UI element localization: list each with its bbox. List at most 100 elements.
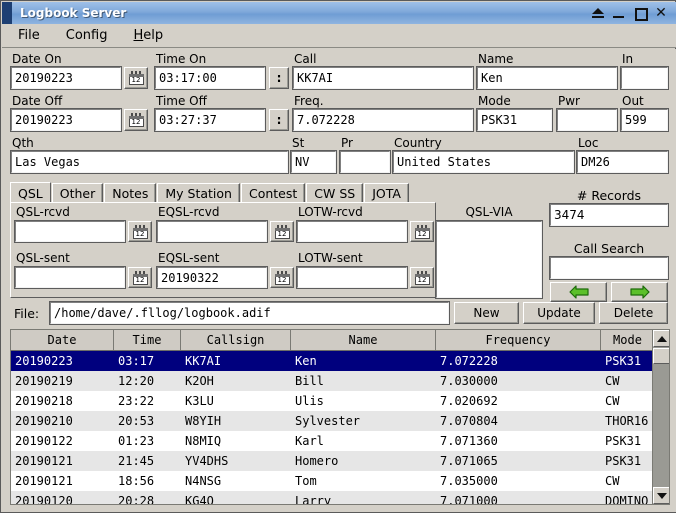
eqsl-sent-input[interactable]: 20190322 [157,267,267,288]
calendar-icon: 12 [129,71,144,85]
maximize-icon[interactable] [633,5,647,21]
column-header-name[interactable]: Name [291,330,436,350]
table-row[interactable]: 20190223 03:17 KK7AI Ken 7.072228 PSK31 [11,351,669,371]
label-time-on: Time On [156,52,206,66]
qsl-rcvd-calendar-button[interactable]: 12 [128,221,152,242]
table-row[interactable]: 20190122 01:23 N8MIQ Karl 7.071360 PSK31 [11,431,669,451]
minimize-icon[interactable] [612,5,626,21]
delete-button[interactable]: Delete [599,302,668,324]
country-input[interactable]: United States [393,151,574,173]
menu-file[interactable]: File [8,26,50,45]
tab-qsl[interactable]: QSL [10,182,51,203]
lotw-rcvd-input[interactable] [297,221,407,242]
date-on-input[interactable]: 20190223 [11,67,121,89]
call-search-prev-button[interactable] [550,282,607,302]
pwr-input[interactable] [557,109,617,131]
name-input[interactable]: Ken [477,67,617,89]
scroll-up-icon[interactable] [653,330,670,347]
table-row[interactable]: 20190210 20:53 W8YIH Sylvester 7.070804 … [11,411,669,431]
cell-frequency: 7.071065 [436,451,601,471]
cell-frequency: 7.020692 [436,391,601,411]
table-row[interactable]: 20190121 21:45 YV4DHS Homero 7.071065 PS… [11,451,669,471]
date-off-input[interactable]: 20190223 [11,109,121,131]
title-bar[interactable]: Logbook Server ✕ [2,2,676,24]
mode-input[interactable]: PSK31 [477,109,552,131]
table-row[interactable]: 20190219 12:20 K2OH Bill 7.030000 CW [11,371,669,391]
qsl-sent-input[interactable] [15,267,125,288]
table-vertical-scrollbar[interactable] [652,330,669,504]
column-header-date[interactable]: Date [11,330,114,350]
call-input[interactable]: KK7AI [293,67,473,89]
call-search-input[interactable] [550,257,668,279]
tab-cw-ss[interactable]: CW SS [306,183,363,203]
scroll-down-icon[interactable] [653,487,670,504]
date-on-calendar-button[interactable]: 12 [124,67,148,89]
lotw-sent-input[interactable] [297,267,407,288]
menu-help-rest: elp [143,28,163,43]
label-qsl-rcvd: QSL-rcvd [16,205,70,219]
calendar-icon: 12 [415,271,430,285]
cell-date: 20190122 [11,431,114,451]
records-count-value: 3474 [550,204,668,226]
time-on-input[interactable]: 03:17:00 [155,67,265,89]
calendar-icon: 12 [129,113,144,127]
file-path-input[interactable]: /home/dave/.fllog/logbook.adif [50,302,449,324]
tab-notes[interactable]: Notes [104,183,156,203]
label-pwr: Pwr [558,94,580,108]
shade-icon[interactable] [591,5,605,21]
call-search-next-button[interactable] [611,282,668,302]
in-input[interactable] [621,67,668,89]
calendar-icon: 12 [133,271,148,285]
table-row[interactable]: 20190121 18:56 N4NSG Tom 7.035000 CW [11,471,669,491]
cell-time: 18:56 [114,471,181,491]
cell-callsign: KG4Q [181,491,291,505]
column-header-time[interactable]: Time [114,330,181,350]
time-off-input[interactable]: 03:27:37 [155,109,265,131]
qsl-sent-calendar-button[interactable]: 12 [128,267,152,288]
cell-time: 21:45 [114,451,181,471]
date-off-calendar-button[interactable]: 12 [124,109,148,131]
cell-time: 23:22 [114,391,181,411]
column-header-callsign[interactable]: Callsign [181,330,291,350]
time-on-colon-button[interactable]: : [269,67,289,89]
label-eqsl-rcvd: EQSL-rcvd [158,205,219,219]
update-button[interactable]: Update [523,302,595,324]
column-header-frequency[interactable]: Frequency [436,330,601,350]
out-input[interactable]: 599 [621,109,668,131]
tab-other[interactable]: Other [52,183,104,203]
lotw-sent-calendar-button[interactable]: 12 [410,267,434,288]
table-row[interactable]: 20190120 20:28 KG4Q Larry 7.071000 DOMIN… [11,491,669,505]
cell-time: 03:17 [114,351,181,371]
menu-help[interactable]: Help [123,26,173,45]
cell-name: Sylvester [291,411,436,431]
close-icon[interactable]: ✕ [654,5,668,21]
st-input[interactable]: NV [291,151,336,173]
time-off-colon-button[interactable]: : [269,109,289,131]
tab-contest[interactable]: Contest [241,183,305,203]
pr-input[interactable] [340,151,390,173]
loc-input[interactable]: DM26 [577,151,668,173]
label-lotw-rcvd: LOTW-rcvd [298,205,363,219]
lotw-rcvd-calendar-button[interactable]: 12 [410,221,434,242]
table-row[interactable]: 20190218 23:22 K3LU Ulis 7.020692 CW [11,391,669,411]
cell-mode: PSK31 [601,351,654,371]
eqsl-rcvd-input[interactable] [157,221,267,242]
scrollbar-thumb[interactable] [653,348,670,364]
label-qsl-sent: QSL-sent [16,251,70,265]
qsl-via-input[interactable] [436,221,542,298]
log-table: Date Time Callsign Name Frequency Mode 2… [10,329,670,505]
qsl-rcvd-input[interactable] [15,221,125,242]
freq-input[interactable]: 7.072228 [293,109,473,131]
new-button[interactable]: New [454,302,519,324]
tab-my-station[interactable]: My Station [157,183,240,203]
tab-jota[interactable]: JOTA [364,183,409,203]
eqsl-sent-calendar-button[interactable]: 12 [270,267,294,288]
right-arrow-icon [629,285,651,299]
menu-config[interactable]: Config [56,26,118,45]
qth-input[interactable]: Las Vegas [11,151,288,173]
cell-name: Larry [291,491,436,505]
window-title: Logbook Server [20,6,591,20]
eqsl-rcvd-calendar-button[interactable]: 12 [270,221,294,242]
column-header-mode[interactable]: Mode [601,330,654,350]
cell-callsign: KK7AI [181,351,291,371]
